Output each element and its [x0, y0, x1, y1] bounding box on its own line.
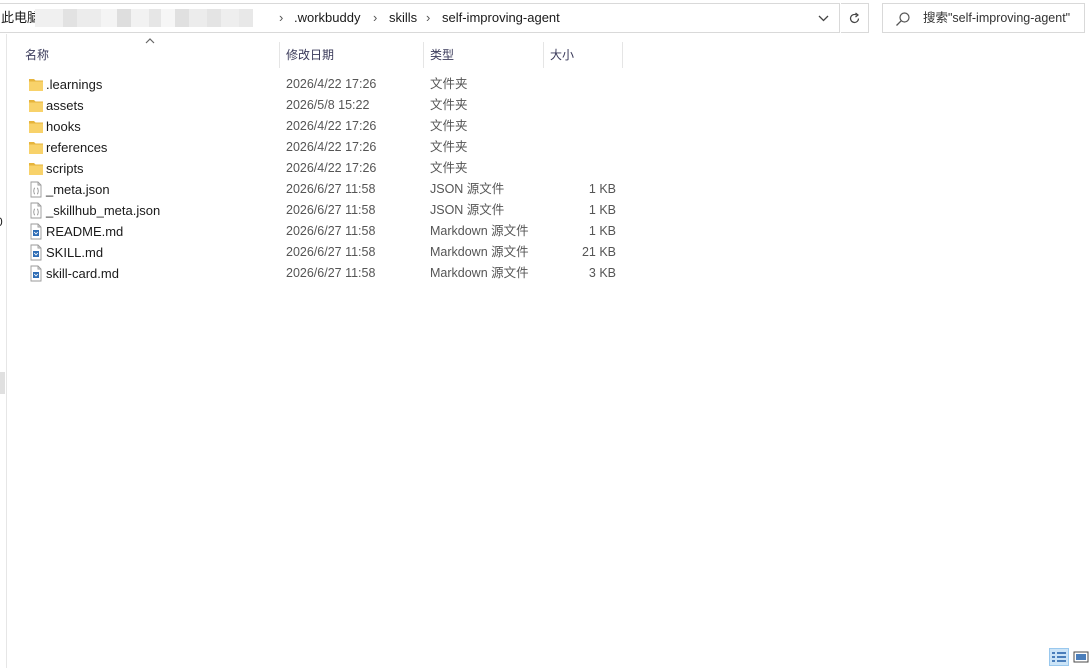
file-explorer-window: 此电脑 › .workbuddy › skills › self-improvi…	[0, 0, 1091, 668]
file-size: 3 KB	[588, 266, 616, 280]
column-divider[interactable]	[423, 42, 424, 68]
breadcrumb-skills[interactable]: skills	[389, 4, 417, 32]
markdown-file-icon	[28, 244, 44, 261]
folder-icon	[28, 118, 44, 135]
file-type: 文件夹	[430, 161, 468, 175]
file-type: Markdown 源文件	[430, 266, 529, 280]
file-size: 21 KB	[581, 245, 616, 259]
column-header-date[interactable]: 修改日期	[286, 44, 334, 68]
navigation-pane-clipped-text: 0	[0, 215, 3, 229]
file-date-modified: 2026/4/22 17:26	[286, 161, 377, 175]
file-name: assets	[46, 98, 84, 113]
file-name: _meta.json	[46, 182, 110, 197]
breadcrumb-separator: ›	[426, 10, 431, 25]
file-row[interactable]: skill-card.md 2026/6/27 11:58 Markdown 源文件…	[20, 263, 620, 284]
folder-icon	[28, 97, 44, 114]
chevron-down-icon	[818, 15, 828, 21]
file-date-modified: 2026/5/8 15:22	[286, 98, 370, 112]
file-date-modified: 2026/4/22 17:26	[286, 77, 377, 91]
file-type: 文件夹	[430, 98, 468, 112]
file-name: _skillhub_meta.json	[46, 203, 161, 218]
file-date-modified: 2026/6/27 11:58	[286, 203, 376, 217]
folder-icon	[28, 139, 44, 156]
large-icons-view-button[interactable]	[1071, 648, 1091, 666]
markdown-file-icon	[28, 223, 44, 240]
address-bar[interactable]: 此电脑 › .workbuddy › skills › self-improvi…	[0, 3, 840, 33]
file-row[interactable]: hooks 2026/4/22 17:26 文件夹	[20, 116, 620, 137]
file-type: JSON 源文件	[430, 182, 505, 196]
file-row[interactable]: .learnings 2026/4/22 17:26 文件夹	[20, 74, 620, 95]
file-date-modified: 2026/6/27 11:58	[286, 182, 376, 196]
file-name: README.md	[46, 224, 124, 239]
file-type: Markdown 源文件	[430, 224, 529, 238]
json-file-icon	[28, 202, 44, 219]
navigation-pane-edge[interactable]: 0	[0, 34, 7, 668]
file-row[interactable]: _skillhub_meta.json 2026/6/27 11:58 JSON 源…	[20, 200, 620, 221]
column-header-name[interactable]: 名称	[25, 44, 49, 68]
large-icons-view-icon	[1073, 651, 1089, 663]
file-name: skill-card.md	[46, 266, 119, 281]
file-name: SKILL.md	[46, 245, 104, 260]
details-view-icon	[1052, 652, 1066, 662]
sort-ascending-icon	[145, 38, 155, 44]
file-type: 文件夹	[430, 119, 468, 133]
file-date-modified: 2026/4/22 17:26	[286, 140, 377, 154]
search-placeholder: 搜索"self-improving-agent"	[923, 11, 1071, 25]
refresh-icon	[849, 12, 860, 23]
file-size: 1 KB	[588, 182, 616, 196]
blurred-path-segment	[35, 9, 253, 27]
file-date-modified: 2026/6/27 11:58	[286, 245, 376, 259]
file-row[interactable]: references 2026/4/22 17:26 文件夹	[20, 137, 620, 158]
file-row[interactable]: scripts 2026/4/22 17:26 文件夹	[20, 158, 620, 179]
column-header-size[interactable]: 大小	[550, 44, 574, 68]
file-date-modified: 2026/4/22 17:26	[286, 119, 377, 133]
file-row[interactable]: _meta.json 2026/6/27 11:58 JSON 源文件 1 KB	[20, 179, 620, 200]
folder-icon	[28, 76, 44, 93]
file-type: 文件夹	[430, 140, 468, 154]
file-size: 1 KB	[588, 203, 616, 217]
breadcrumb-workbuddy[interactable]: .workbuddy	[294, 4, 360, 32]
search-input[interactable]: 搜索"self-improving-agent"	[882, 3, 1085, 33]
refresh-button[interactable]	[841, 3, 869, 33]
file-name: hooks	[46, 119, 81, 134]
column-divider[interactable]	[622, 42, 623, 68]
file-name: references	[46, 140, 108, 155]
details-view-button[interactable]	[1049, 648, 1069, 666]
breadcrumb-separator: ›	[279, 10, 284, 25]
column-divider[interactable]	[543, 42, 544, 68]
file-type: JSON 源文件	[430, 203, 505, 217]
navigation-pane-selection	[0, 372, 5, 394]
breadcrumb-self-improving-agent[interactable]: self-improving-agent	[442, 4, 560, 32]
file-row[interactable]: SKILL.md 2026/6/27 11:58 Markdown 源文件 21 KB	[20, 242, 620, 263]
file-type: 文件夹	[430, 77, 468, 91]
file-name: scripts	[46, 161, 84, 176]
address-history-dropdown[interactable]	[811, 4, 835, 32]
file-row[interactable]: assets 2026/5/8 15:22 文件夹	[20, 95, 620, 116]
column-divider[interactable]	[279, 42, 280, 68]
file-name: .learnings	[46, 77, 103, 92]
file-row[interactable]: README.md 2026/6/27 11:58 Markdown 源文件 1 KB	[20, 221, 620, 242]
breadcrumb-separator: ›	[373, 10, 378, 25]
markdown-file-icon	[28, 265, 44, 282]
folder-icon	[28, 160, 44, 177]
json-file-icon	[28, 181, 44, 198]
column-header-type[interactable]: 类型	[430, 44, 454, 68]
file-date-modified: 2026/6/27 11:58	[286, 224, 376, 238]
file-size: 1 KB	[588, 224, 616, 238]
file-date-modified: 2026/6/27 11:58	[286, 266, 376, 280]
file-type: Markdown 源文件	[430, 245, 529, 259]
search-icon	[896, 12, 910, 26]
